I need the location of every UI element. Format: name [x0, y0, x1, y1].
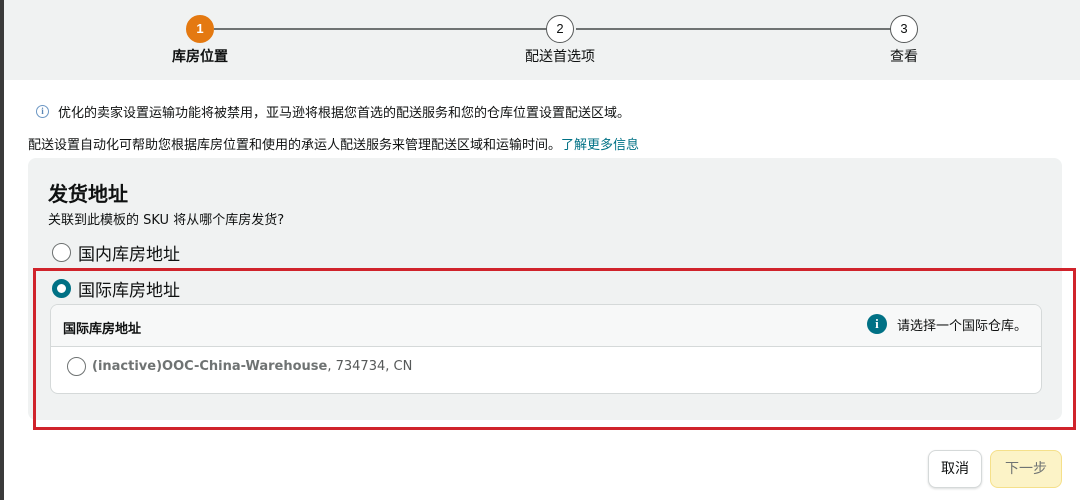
warehouse-name: (inactive)OOC-China-Warehouse [92, 359, 328, 374]
info-icon: i [866, 314, 887, 334]
step-number: 3 [890, 15, 918, 43]
header-title: 国际库房地址 [63, 322, 142, 337]
radio-button[interactable] [52, 243, 71, 262]
radio-button-selected[interactable] [52, 279, 71, 298]
step-label: 库房位置 [172, 49, 228, 65]
step-warehouse-location[interactable]: 1 库房位置 [140, 15, 260, 66]
select-warehouse-hint: i 请选择一个国际仓库。 [866, 314, 1027, 334]
option-label: 国际库房地址 [78, 281, 180, 301]
info-icon: i [36, 105, 49, 118]
cancel-button[interactable]: 取消 [928, 450, 982, 488]
step-number: 1 [186, 15, 214, 43]
step-number: 2 [546, 15, 574, 43]
next-button[interactable]: 下一步 [990, 450, 1062, 488]
warehouse-option[interactable]: (inactive)OOC-China-Warehouse, 734734, C… [67, 357, 412, 376]
optimized-settings-notice: i 优化的卖家设置运输功能将被禁用，亚马逊将根据您首选的配送服务和您的仓库位置设… [36, 102, 630, 121]
warehouse-detail: , 734734, CN [327, 359, 413, 374]
step-shipping-preferences[interactable]: 2 配送首选项 [500, 15, 620, 66]
progress-stepper: 1 库房位置 2 配送首选项 3 查看 [4, 0, 1080, 80]
notice-text: 优化的卖家设置运输功能将被禁用，亚马逊将根据您首选的配送服务和您的仓库位置设置配… [58, 106, 631, 121]
domestic-warehouse-option[interactable]: 国内库房地址 [52, 240, 180, 265]
section-title: 发货地址 [48, 182, 128, 206]
ship-from-panel: 发货地址 关联到此模板的 SKU 将从哪个库房发货? 国内库房地址 国际库房地址… [28, 158, 1062, 420]
step-label: 查看 [890, 49, 918, 65]
learn-more-link[interactable]: 了解更多信息 [561, 138, 639, 153]
ship-from-question: 关联到此模板的 SKU 将从哪个库房发货? [48, 213, 285, 228]
automation-description: 配送设置自动化可帮助您根据库房位置和使用的承运人配送服务来管理配送区域和运输时间… [28, 134, 639, 153]
radio-button[interactable] [67, 357, 86, 376]
step-label: 配送首选项 [525, 49, 595, 65]
international-warehouse-option[interactable]: 国际库房地址 [52, 276, 180, 301]
step-review[interactable]: 3 查看 [844, 15, 964, 66]
international-warehouse-header: 国际库房地址 i 请选择一个国际仓库。 [51, 305, 1041, 347]
international-warehouse-box: 国际库房地址 i 请选择一个国际仓库。 (inactive)OOC-China-… [50, 304, 1042, 394]
option-label: 国内库房地址 [78, 245, 180, 265]
hint-text: 请选择一个国际仓库。 [896, 318, 1027, 334]
automation-text: 配送设置自动化可帮助您根据库房位置和使用的承运人配送服务来管理配送区域和运输时间… [28, 138, 562, 153]
